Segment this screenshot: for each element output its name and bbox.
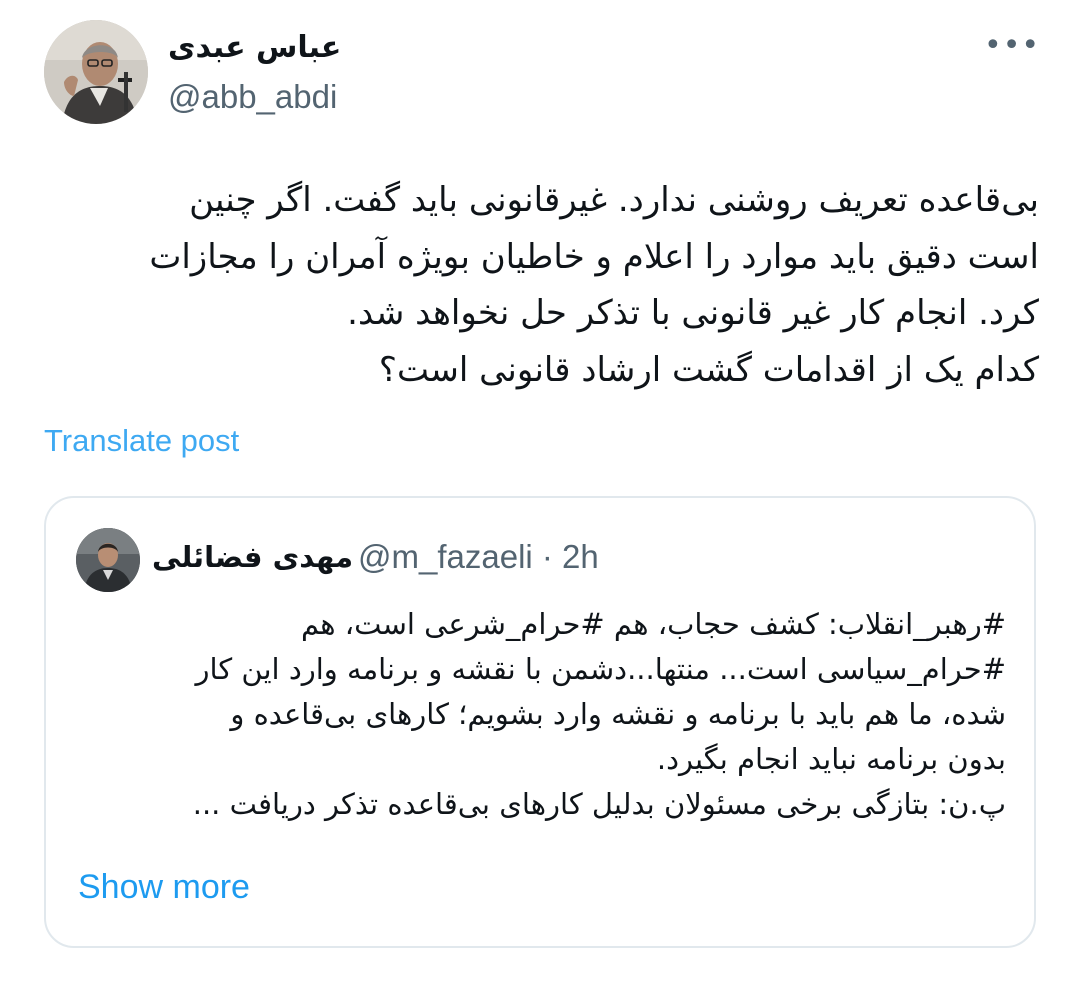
more-horizontal-icon: •••	[984, 28, 1041, 63]
author-name[interactable]: عباس عبدی	[168, 30, 341, 65]
author-handle[interactable]: @abb_abdi	[168, 78, 337, 116]
quoted-tweet-card[interactable]: مهدی فضائلی @m_fazaeli · 2h #رهبر_انقلاب…	[44, 496, 1036, 948]
quoted-author-avatar[interactable]	[76, 528, 140, 592]
more-options-button[interactable]: •••	[984, 22, 1040, 70]
quoted-tweet-text: #رهبر_انقلاب: کشف حجاب، هم #حرام_شرعی اس…	[192, 607, 1006, 821]
author-avatar[interactable]	[44, 20, 148, 124]
translate-post-link[interactable]: Translate post	[44, 423, 239, 459]
tweet-text: بی‌قاعده تعریف روشنی ندارد. غیرقانونی با…	[149, 180, 1039, 390]
quoted-author-name[interactable]: مهدی فضائلی	[152, 540, 353, 574]
show-more-link[interactable]: Show more	[78, 868, 250, 907]
quoted-author-meta[interactable]: @m_fazaeli · 2h	[358, 538, 599, 576]
